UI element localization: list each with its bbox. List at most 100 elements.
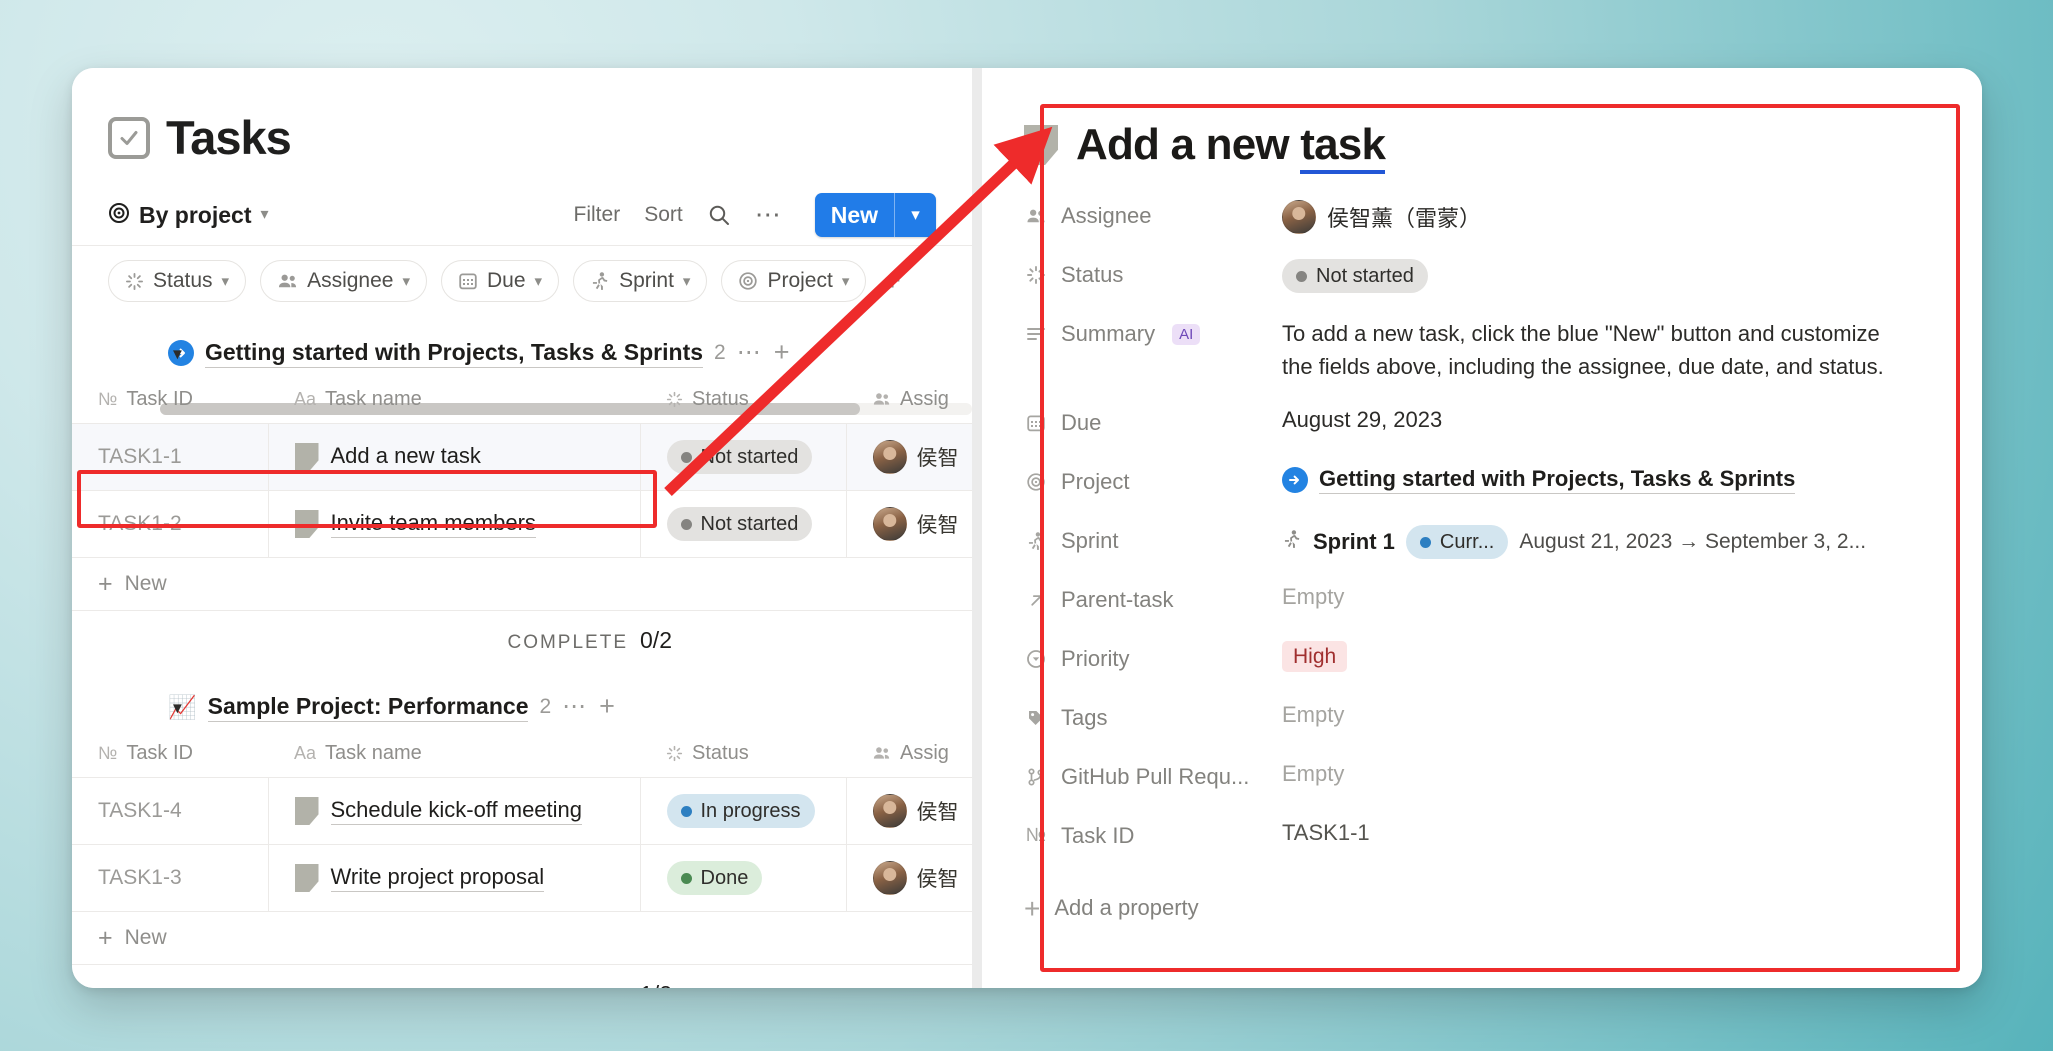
cell-assignee[interactable]: 侯智 <box>845 490 972 558</box>
property-value[interactable]: Getting started with Projects, Tasks & S… <box>1282 464 1982 495</box>
cell-task-name[interactable]: Add a new task <box>267 423 640 491</box>
group-count: 2 <box>714 341 726 364</box>
property-value[interactable]: Empty <box>1282 700 1982 728</box>
property-row-summary[interactable]: Summary AI To add a new task, click the … <box>1024 316 1982 383</box>
table-row[interactable]: TASK1-1 Add a new task Not started 侯智 <box>72 423 972 491</box>
column-header-task-name[interactable]: Aa Task name <box>268 730 640 778</box>
search-icon[interactable] <box>707 203 731 227</box>
cell-assignee[interactable]: 侯智 <box>845 777 972 845</box>
cell-task-name[interactable]: Schedule kick-off meeting <box>267 777 640 845</box>
property-row-due[interactable]: Due August 29, 2023 <box>1024 405 1982 464</box>
sprint-name[interactable]: Sprint 1 <box>1313 529 1395 555</box>
property-row-github-pull-requests[interactable]: GitHub Pull Requ... Empty <box>1024 759 1982 818</box>
property-label-text: Priority <box>1061 646 1130 672</box>
cell-task-name[interactable]: Write project proposal <box>267 844 640 912</box>
chevron-down-icon: ▾ <box>534 272 543 290</box>
status-dot-icon <box>680 872 692 884</box>
column-label: Assig <box>900 388 949 410</box>
detail-page-title[interactable]: Add a new task <box>1076 120 1386 174</box>
view-selector[interactable]: By project ▾ <box>108 202 269 229</box>
task-name-link[interactable]: Schedule kick-off meeting <box>330 797 583 825</box>
task-name-link[interactable]: Write project proposal <box>330 864 545 892</box>
property-row-status[interactable]: Status Not started <box>1024 257 1982 316</box>
app-window: Tasks By project ▾ Filter Sort ⋯ New ▾ S… <box>72 68 1982 988</box>
column-header-task-id[interactable]: № Task ID <box>72 376 268 424</box>
collapse-caret-icon[interactable]: ▼ <box>170 700 185 717</box>
property-row-sprint[interactable]: Sprint Sprint 1 Curr... August 21, 2023 … <box>1024 523 1982 582</box>
pane-divider[interactable] <box>972 68 982 988</box>
add-new-row-button[interactable]: + New <box>72 912 972 965</box>
cell-status[interactable]: Done <box>639 844 846 912</box>
property-row-tags[interactable]: Tags Empty <box>1024 700 1982 759</box>
tasks-database-pane: Tasks By project ▾ Filter Sort ⋯ New ▾ S… <box>72 68 972 988</box>
ellipsis-icon[interactable]: ⋯ <box>755 202 783 227</box>
chevron-down-icon[interactable]: ▾ <box>894 193 936 237</box>
filter-chip-project[interactable]: Project ▾ <box>721 260 867 302</box>
database-title-row: Tasks <box>72 68 972 161</box>
cell-status[interactable]: In progress <box>639 777 846 845</box>
detail-title-row: Add a new task <box>1024 120 1982 174</box>
column-header-assignee[interactable]: Assig <box>846 376 972 424</box>
project-relation-link[interactable]: Getting started with Projects, Tasks & S… <box>1319 466 1796 495</box>
column-header-task-id[interactable]: № Task ID <box>72 730 268 778</box>
property-row-assignee[interactable]: Assignee 侯智薰（雷蒙） <box>1024 198 1982 257</box>
property-row-parent-task[interactable]: Parent-task Empty <box>1024 582 1982 641</box>
property-value[interactable]: August 29, 2023 <box>1282 405 1982 433</box>
property-row-priority[interactable]: Priority High <box>1024 641 1982 700</box>
property-label-text: Summary <box>1061 321 1156 346</box>
column-header-status[interactable]: Status <box>640 730 846 778</box>
filter-chip-assignee[interactable]: Assignee ▾ <box>260 260 427 302</box>
cell-status[interactable]: Not started <box>639 423 846 491</box>
add-property-label: Add a property <box>1054 895 1199 921</box>
column-header-task-name[interactable]: Aa Task name <box>268 376 640 424</box>
column-header-status[interactable]: Status <box>640 376 846 424</box>
status-label: Not started <box>700 445 799 468</box>
add-property-button[interactable]: + Add a property <box>1024 892 1982 924</box>
property-value[interactable]: Empty <box>1282 759 1982 787</box>
table-row[interactable]: TASK1-2 Invite team members Not started … <box>72 490 972 558</box>
checkbox-icon <box>108 116 150 159</box>
filter-chip-due[interactable]: Due ▾ <box>441 260 560 302</box>
cell-assignee[interactable]: 侯智 <box>845 844 972 912</box>
status-badge: Not started <box>666 440 813 474</box>
document-icon <box>294 797 319 825</box>
cell-status[interactable]: Not started <box>639 490 846 558</box>
page-title: Tasks <box>166 111 292 164</box>
task-name-link[interactable]: Invite team members <box>330 510 536 538</box>
plus-icon[interactable]: + <box>774 339 790 366</box>
status-dot-icon <box>1419 536 1431 548</box>
plus-icon: + <box>1024 892 1041 924</box>
ellipsis-icon[interactable]: ⋯ <box>737 341 763 365</box>
group-title[interactable]: Sample Project: Performance <box>207 693 529 722</box>
property-row-task-id[interactable]: № Task ID TASK1-1 <box>1024 818 1982 877</box>
column-label: Status <box>692 742 749 764</box>
ellipsis-icon[interactable]: ⋯ <box>562 695 588 719</box>
sort-button[interactable]: Sort <box>644 203 683 227</box>
property-value[interactable]: 侯智薰（雷蒙） <box>1282 198 1982 234</box>
table-row[interactable]: TASK1-4 Schedule kick-off meeting In pro… <box>72 777 972 845</box>
plus-icon[interactable]: + <box>599 693 615 720</box>
filter-chip-status[interactable]: Status ▾ <box>108 260 247 302</box>
filter-button[interactable]: Filter <box>574 203 621 227</box>
calendar-icon <box>458 271 478 291</box>
property-row-project[interactable]: Project Getting started with Projects, T… <box>1024 464 1982 523</box>
add-filter-button[interactable]: + <box>880 267 904 295</box>
add-new-row-button[interactable]: + New <box>72 558 972 611</box>
group-title[interactable]: Getting started with Projects, Tasks & S… <box>205 339 704 368</box>
blue-arrow-circle-icon <box>1282 467 1308 494</box>
new-button[interactable]: New ▾ <box>814 193 936 237</box>
cell-assignee[interactable]: 侯智 <box>845 423 972 491</box>
property-value[interactable]: Sprint 1 Curr... August 21, 2023 → Septe… <box>1282 523 1982 560</box>
collapse-caret-icon[interactable]: ▼ <box>170 346 185 363</box>
property-value[interactable]: High <box>1282 641 1982 673</box>
cell-task-name[interactable]: Invite team members <box>267 490 640 558</box>
property-value[interactable]: Not started <box>1282 257 1982 293</box>
property-label: № Task ID <box>1024 818 1282 849</box>
task-name-link[interactable]: Add a new task <box>330 443 481 471</box>
filter-chip-label: Sprint <box>619 269 674 292</box>
property-value[interactable]: To add a new task, click the blue "New" … <box>1282 316 1982 383</box>
column-header-assignee[interactable]: Assig <box>846 730 972 778</box>
property-value[interactable]: Empty <box>1282 582 1982 610</box>
table-row[interactable]: TASK1-3 Write project proposal Done 侯智 <box>72 844 972 912</box>
filter-chip-sprint[interactable]: Sprint ▾ <box>573 260 708 302</box>
